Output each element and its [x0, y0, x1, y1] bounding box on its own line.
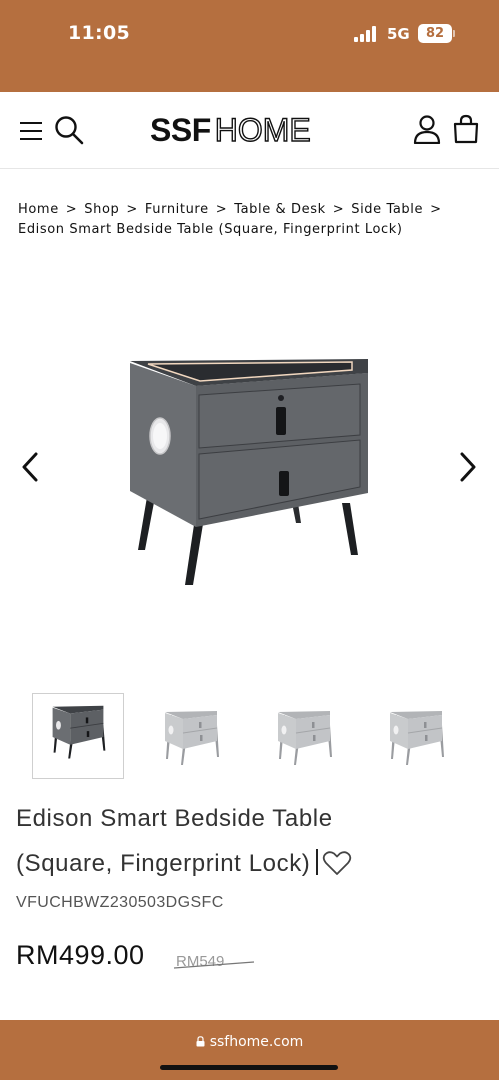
lock-icon — [196, 1036, 205, 1047]
breadcrumb-shop[interactable]: Shop — [84, 202, 119, 217]
logo-outline-text: HOME — [214, 111, 311, 148]
breadcrumb-separator: > — [126, 202, 138, 217]
breadcrumb-separator: > — [430, 202, 442, 217]
breadcrumb-separator: > — [215, 202, 228, 217]
breadcrumb: Home > Shop > Furniture > Table & Desk > Side Ta… — [18, 200, 488, 240]
hamburger-menu-icon[interactable] — [20, 122, 42, 142]
status-time: 11:05 — [68, 22, 130, 44]
shopping-bag-icon[interactable] — [452, 114, 480, 144]
thumbnail-3[interactable] — [258, 693, 350, 779]
old-price-strikethrough — [173, 961, 255, 969]
breadcrumb-furniture[interactable]: Furniture — [145, 202, 209, 217]
breadcrumb-home[interactable]: Home — [18, 202, 59, 217]
product-price: RM499.00 — [16, 940, 145, 970]
breadcrumb-side-table[interactable]: Side Table — [351, 202, 423, 217]
thumbnail-strip — [0, 693, 499, 779]
browser-url-bar[interactable]: ssfhome.com — [0, 1020, 499, 1080]
logo-bold-text: SSF — [150, 111, 211, 148]
breadcrumb-separator: > — [65, 202, 78, 217]
home-indicator[interactable] — [160, 1065, 338, 1070]
breadcrumb-current: Edison Smart Bedside Table (Square, Fing… — [18, 222, 403, 237]
url-text: ssfhome.com — [209, 1034, 304, 1050]
text-cursor — [316, 849, 319, 875]
breadcrumb-table-desk[interactable]: Table & Desk — [234, 202, 326, 217]
url-display[interactable]: ssfhome.com — [0, 1034, 499, 1050]
heart-icon[interactable] — [322, 850, 352, 876]
product-sku: VFUCHBWZ230503DGSFC — [16, 894, 224, 911]
battery-icon: 82 — [418, 24, 452, 43]
thumbnail-4[interactable] — [370, 693, 462, 779]
signal-icon — [354, 26, 378, 42]
site-header: SSF HOME — [0, 92, 499, 169]
status-bar: 11:05 5G 82 — [0, 0, 499, 92]
thumbnail-1[interactable] — [32, 693, 124, 779]
search-icon[interactable] — [54, 115, 84, 145]
chevron-right-icon[interactable] — [456, 450, 480, 484]
network-type: 5G — [387, 25, 410, 43]
product-title: Edison Smart Bedside Table (Square, Fing… — [16, 796, 486, 886]
breadcrumb-separator: > — [332, 202, 345, 217]
product-title-line2: (Square, Fingerprint Lock) — [16, 850, 311, 877]
product-title-line1: Edison Smart Bedside Table — [16, 805, 333, 832]
site-logo[interactable]: SSF HOME — [150, 111, 311, 148]
chevron-left-icon[interactable] — [18, 450, 42, 484]
thumbnail-2[interactable] — [145, 693, 237, 779]
battery-tip — [453, 30, 455, 37]
user-icon[interactable] — [412, 114, 442, 144]
product-main-image[interactable] — [0, 265, 499, 670]
